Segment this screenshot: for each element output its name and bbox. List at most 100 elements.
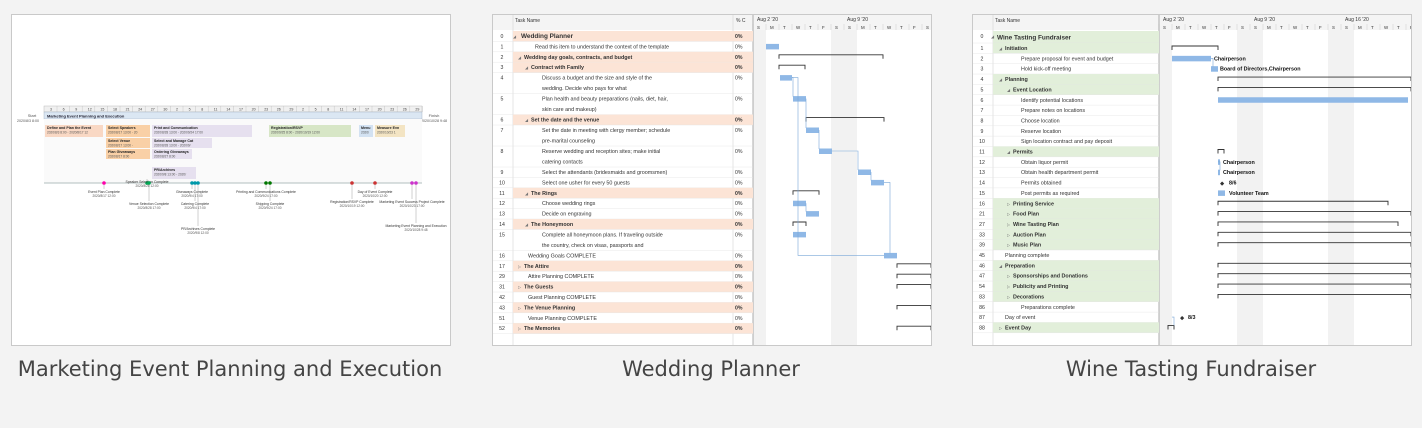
row-id: 5 [501,97,504,103]
task-name: Set the date in meeting with clergy memb… [542,128,670,134]
task-bar [793,200,806,207]
task-bar [1211,66,1218,72]
task-name: Initiation [1005,46,1027,52]
dependency-connector [1211,58,1214,67]
weekend-shade [753,30,766,345]
scale-label: 20 [378,108,382,112]
row-id: 8 [501,149,504,155]
task-bar [766,43,779,50]
task-name: Sponsorships and Donations [1013,274,1088,280]
milestone-date: 2020/8/17 12:00 [92,194,115,198]
row-id: 51 [499,316,505,322]
task-name: Printing Service [1013,201,1054,207]
task-percent: 0% [735,201,743,207]
timeline-task-dates: 2020/10/23 1 [377,131,396,135]
row-id: 52 [499,326,505,332]
row-id: 7 [981,108,984,114]
timescale-day: T [1371,25,1374,30]
milestone-date: 2020/8/28 12:00 [135,184,158,188]
task-percent: 0% [735,55,743,61]
scale-label: 14 [352,108,356,112]
task-bar [1218,190,1225,196]
template-card-marketing-event[interactable]: Start 2020/8/3 8:00 Finish 2020/10/28 9:48 3… [11,14,451,346]
timeline-task-title: Measure Evn [377,126,399,130]
task-name: Select the attendants (bridesmaids and g… [542,170,667,176]
task-name: Sign location contract and pay deposit [1021,139,1113,145]
timeline-task-title: PR/Archives [154,168,175,172]
task-percent: 0% [735,128,743,134]
resource-label: Chairperson [1214,56,1246,62]
timeline-task-dates: 2020/8/17 13:00 - 20 [108,131,138,135]
task-bar [793,231,806,238]
task-percent: 0% [735,191,743,197]
task-name: Planning [1005,77,1028,83]
row-id: 0 [501,34,504,40]
template-caption-wine-tasting[interactable]: Wine Tasting Fundraiser [972,348,1410,391]
task-name: Preparation [1005,263,1035,269]
timescale-day: M [1267,25,1271,30]
task-percent: 0% [735,212,743,218]
milestone-date: 2020/9/24 17:00 [254,194,277,198]
template-card-wedding-planner[interactable]: Task Name% C Aug 2 '20 Aug 9 '20 S M T W T F S S M T… [492,14,932,346]
timescale-day: F [1319,25,1322,30]
task-percent: 0% [735,232,743,238]
timescale-week: Aug 9 '20 [1254,17,1275,23]
row-id: 16 [499,253,505,259]
template-caption-wedding-planner[interactable]: Wedding Planner [492,348,930,391]
task-name: Post permits as required [1021,191,1079,197]
task-name: Event Day [1005,325,1031,331]
resource-label: Chairperson [1223,170,1255,176]
task-name: The Attire [524,264,549,270]
scale-label: 29 [415,108,419,112]
timeline-task-title: Ordering Giveaways [154,150,189,154]
milestone-marker [264,181,268,185]
timescale-day: F [1228,25,1231,30]
timescale-week: Aug 2 '20 [1163,17,1184,23]
row-id: 2 [981,56,984,62]
task-name: Prepare notes on locations [1021,108,1085,114]
timeline-task-dates: 2020/ [361,131,369,135]
timeline-task-dates: 2020/8/3 8:00 - 2020/8/17 12 [47,131,88,135]
summary-bar [896,304,931,310]
task-bar [871,179,884,186]
task-name: Event Location [1013,87,1052,93]
timescale-day: S [926,25,929,30]
timescale-day: F [822,25,825,30]
task-name: Preparations complete [1021,305,1075,311]
row-id: 46 [979,263,985,269]
dependency-connector [1172,316,1175,326]
template-caption-marketing-event[interactable]: Marketing Event Planning and Execution [11,348,449,391]
milestone-date: 2020/10/23 17:00 [400,204,425,208]
task-name: Obtain liquor permit [1021,160,1069,166]
dependency-connector [884,182,891,254]
timeline-task-dates: 2020/8/27 8:00 [154,155,175,159]
row-id: 47 [979,274,985,280]
scale-label: 30 [163,108,167,112]
timescale-day: T [874,25,877,30]
summary-bar [896,263,931,268]
task-bar [793,96,806,102]
timeline-task-title: Registration/RSVP [271,126,303,130]
timescale-day: S [835,25,838,30]
task-percent: 0% [735,65,743,71]
task-name: Complete all honeymoon plans. If traveli… [542,232,663,238]
row-id: 7 [501,128,504,134]
task-name-cont: wedding. Decide who pays for what [541,86,627,92]
task-name: The Memories [524,326,560,332]
task-bar [819,148,832,154]
scale-label: 6 [63,108,65,112]
task-name: Permits obtained [1021,181,1061,187]
row-id: 11 [979,150,984,156]
row-id: 0 [981,34,984,40]
task-name: Permits [1013,150,1033,156]
template-card-wine-tasting[interactable]: Task Name Aug 2 '20 Aug 9 '20 Aug 16 '20 S M T… [972,14,1412,346]
timescale-day: S [1241,25,1244,30]
row-id: 87 [979,315,985,321]
milestone-diamond-icon: ◆ [1180,315,1184,321]
timescale-day: T [1215,25,1218,30]
task-bar [858,169,871,175]
task-name: Wedding Planner [521,33,574,40]
timescale-day: T [1280,25,1283,30]
row-id: 83 [979,294,985,300]
scale-label: 26 [403,108,407,112]
